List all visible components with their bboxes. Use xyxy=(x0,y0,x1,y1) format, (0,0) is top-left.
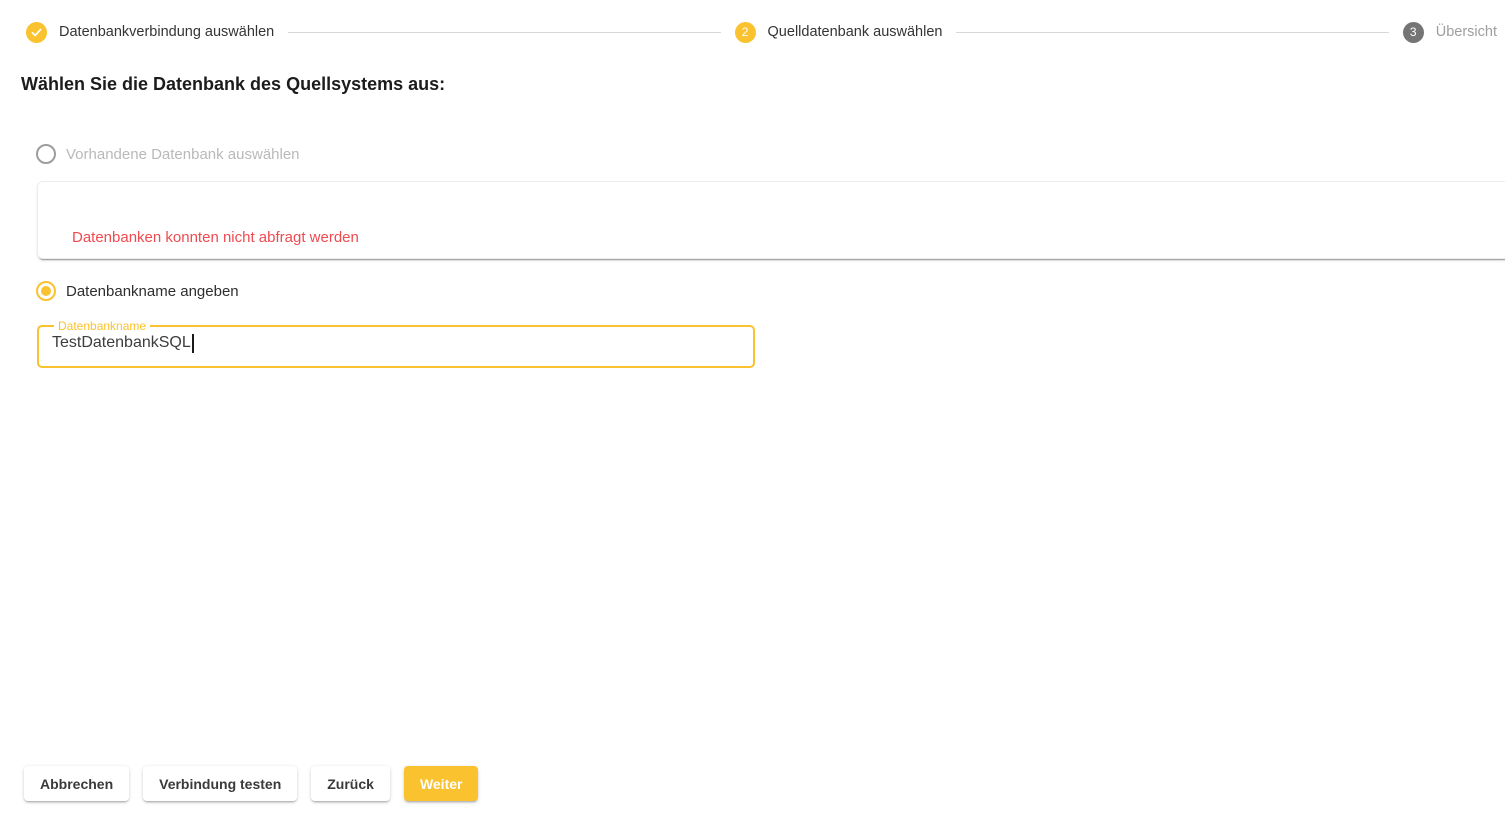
database-name-input[interactable]: TestDatenbankSQL xyxy=(49,330,743,356)
radio-unchecked-icon xyxy=(36,144,56,164)
error-message: Datenbanken konnten nicht abfragt werden xyxy=(72,229,359,246)
step-1-label: Datenbankverbindung auswählen xyxy=(59,24,274,40)
radio-existing-database[interactable]: Vorhandene Datenbank auswählen xyxy=(36,144,300,164)
radio-enter-database-name-label: Datenbankname angeben xyxy=(66,283,239,300)
step-1-circle xyxy=(26,22,47,43)
database-list-panel: Datenbanken konnten nicht abfragt werden xyxy=(37,181,1505,259)
radio-checked-icon xyxy=(36,281,56,301)
wizard-page: Datenbankverbindung auswählen 2 Quelldat… xyxy=(0,0,1505,817)
stepper-connector xyxy=(288,32,720,33)
step-2-label: Quelldatenbank auswählen xyxy=(768,24,943,40)
text-cursor xyxy=(192,334,194,353)
check-icon xyxy=(30,26,43,39)
cancel-button[interactable]: Abbrechen xyxy=(24,766,129,801)
page-title: Wählen Sie die Datenbank des Quellsystem… xyxy=(21,74,445,95)
back-button[interactable]: Zurück xyxy=(311,766,390,801)
step-2-circle: 2 xyxy=(735,22,756,43)
step-3-label: Übersicht xyxy=(1436,24,1497,40)
action-bar: Abbrechen Verbindung testen Zurück Weite… xyxy=(24,766,478,801)
stepper: Datenbankverbindung auswählen 2 Quelldat… xyxy=(0,0,1505,64)
database-name-field[interactable]: Datenbankname TestDatenbankSQL xyxy=(37,319,755,368)
stepper-connector xyxy=(956,32,1388,33)
database-name-value: TestDatenbankSQL xyxy=(52,334,191,352)
step-3-circle: 3 xyxy=(1403,22,1424,43)
test-connection-button[interactable]: Verbindung testen xyxy=(143,766,297,801)
stepper-step-source-database[interactable]: 2 Quelldatenbank auswählen xyxy=(735,22,943,43)
next-button[interactable]: Weiter xyxy=(404,766,479,801)
radio-existing-database-label: Vorhandene Datenbank auswählen xyxy=(66,146,300,163)
stepper-step-overview[interactable]: 3 Übersicht xyxy=(1403,22,1497,43)
radio-enter-database-name[interactable]: Datenbankname angeben xyxy=(36,281,239,301)
stepper-step-database-connection[interactable]: Datenbankverbindung auswählen xyxy=(26,22,274,43)
database-name-field-label: Datenbankname xyxy=(54,319,150,333)
